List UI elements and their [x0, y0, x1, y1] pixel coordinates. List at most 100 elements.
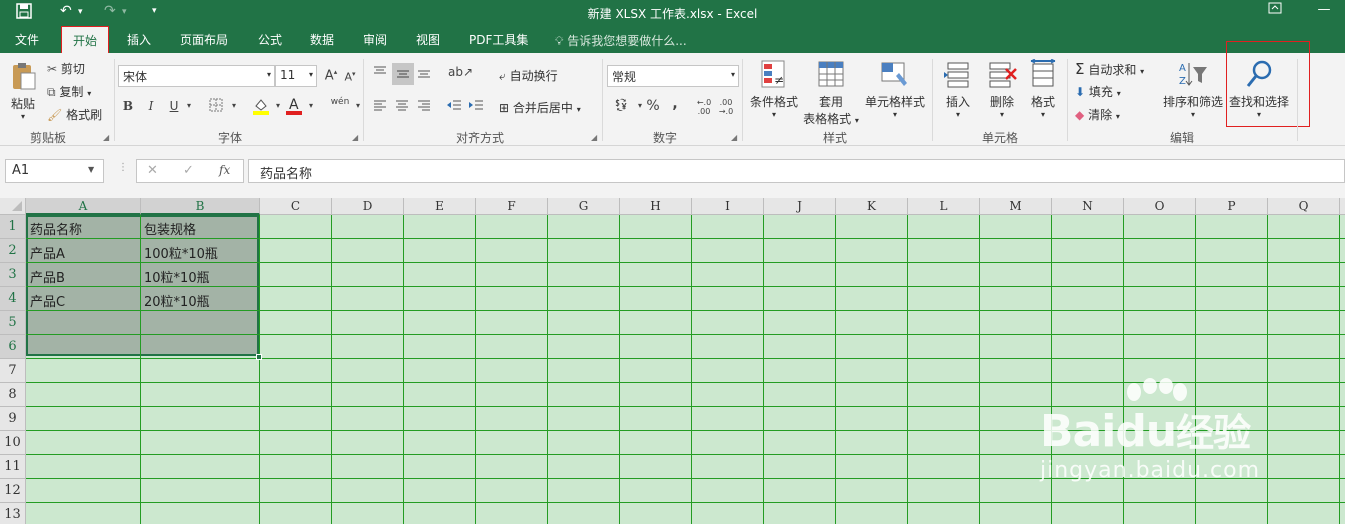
- column-header-q[interactable]: Q: [1268, 198, 1340, 215]
- fill-dropdown-icon[interactable]: ▾: [1117, 89, 1121, 98]
- align-middle-icon[interactable]: [392, 63, 414, 85]
- wrap-text-button[interactable]: ⤶ 自动换行: [499, 67, 558, 84]
- select-all-corner[interactable]: [0, 198, 26, 215]
- tab-view[interactable]: 视图: [416, 31, 440, 48]
- row-header-9[interactable]: 9: [0, 407, 26, 431]
- underline-dropdown-icon[interactable]: ▾: [181, 101, 197, 110]
- minimize-icon[interactable]: —: [1315, 2, 1333, 18]
- column-header-b[interactable]: B: [141, 198, 260, 215]
- number-launcher-icon[interactable]: ◢: [731, 133, 737, 142]
- row-header-2[interactable]: 2: [0, 239, 26, 263]
- formula-input[interactable]: 药品名称: [248, 159, 1345, 183]
- column-header-n[interactable]: N: [1052, 198, 1124, 215]
- copy-dropdown-icon[interactable]: ▾: [87, 89, 91, 98]
- ribbon-display-icon[interactable]: [1266, 2, 1284, 18]
- row-header-13[interactable]: 13: [0, 503, 26, 524]
- column-header-k[interactable]: K: [836, 198, 908, 215]
- tab-formulas[interactable]: 公式: [258, 31, 282, 48]
- column-header-d[interactable]: D: [332, 198, 404, 215]
- row-header-8[interactable]: 8: [0, 383, 26, 407]
- accounting-format-icon[interactable]: 💱︎: [610, 98, 632, 112]
- conditional-format-button[interactable]: ≠ 条件格式 ▾: [748, 59, 800, 119]
- merge-dropdown-icon[interactable]: ▾: [577, 105, 581, 114]
- format-as-table-button[interactable]: 套用 表格格式 ▾: [802, 59, 860, 127]
- cut-button[interactable]: ✂ 剪切: [47, 60, 85, 77]
- clear-dropdown-icon[interactable]: ▾: [1116, 112, 1120, 121]
- column-header-p[interactable]: P: [1196, 198, 1268, 215]
- tell-me-search[interactable]: 💡︎ 告诉我您想要做什么...: [555, 32, 687, 49]
- align-bottom-icon[interactable]: [416, 65, 432, 82]
- cancel-icon[interactable]: ✕: [147, 163, 158, 178]
- column-header-a[interactable]: A: [26, 198, 141, 215]
- cell-a1[interactable]: 药品名称: [30, 219, 82, 238]
- column-header-h[interactable]: H: [620, 198, 692, 215]
- row-header-6[interactable]: 6: [0, 335, 26, 359]
- percent-icon[interactable]: %: [645, 98, 661, 114]
- italic-icon[interactable]: I: [143, 99, 159, 113]
- row-header-4[interactable]: 4: [0, 287, 26, 311]
- align-center-icon[interactable]: [394, 98, 410, 115]
- tab-review[interactable]: 审阅: [363, 31, 387, 48]
- increase-indent-icon[interactable]: [468, 98, 484, 115]
- clipboard-launcher-icon[interactable]: ◢: [103, 133, 109, 142]
- align-top-icon[interactable]: [372, 65, 388, 82]
- decrease-decimal-icon[interactable]: .00 →.0: [716, 98, 736, 116]
- column-header-l[interactable]: L: [908, 198, 980, 215]
- insert-cells-button[interactable]: 插入 ▾: [938, 59, 978, 119]
- merge-center-button[interactable]: ⊞ 合并后居中 ▾: [499, 99, 581, 116]
- cell-styles-button[interactable]: 单元格样式 ▾: [864, 59, 926, 119]
- name-box-dropdown-icon[interactable]: ▼: [88, 165, 94, 174]
- cell-b4[interactable]: 20粒*10瓶: [144, 291, 210, 310]
- format-painter-button[interactable]: 🖌︎ 格式刷: [47, 106, 102, 123]
- paste-button[interactable]: 粘贴 ▾: [6, 61, 40, 121]
- underline-icon[interactable]: U: [166, 99, 182, 113]
- autosum-button[interactable]: Σ 自动求和 ▾: [1075, 60, 1144, 78]
- fill-color-icon[interactable]: [252, 97, 269, 118]
- row-header-1[interactable]: 1: [0, 215, 26, 239]
- paste-dropdown-icon[interactable]: ▾: [6, 112, 40, 121]
- row-header-5[interactable]: 5: [0, 311, 26, 335]
- copy-button[interactable]: ⧉ 复制 ▾: [47, 83, 91, 100]
- column-header-f[interactable]: F: [476, 198, 548, 215]
- decrease-indent-icon[interactable]: [446, 98, 462, 115]
- tab-home[interactable]: 开始: [61, 26, 109, 53]
- format-cells-button[interactable]: 格式 ▾: [1023, 58, 1063, 119]
- font-size-select[interactable]: 11 ▾: [275, 65, 317, 87]
- orientation-icon[interactable]: ab↗: [448, 65, 473, 79]
- tab-data[interactable]: 数据: [310, 31, 334, 48]
- cell-a3[interactable]: 产品B: [30, 267, 65, 286]
- column-header-e[interactable]: E: [404, 198, 476, 215]
- enter-icon[interactable]: ✓: [183, 163, 194, 178]
- cell-a2[interactable]: 产品A: [30, 243, 65, 262]
- autosum-dropdown-icon[interactable]: ▾: [1140, 67, 1144, 76]
- splitter-dots-icon[interactable]: ⋮: [118, 162, 128, 173]
- comma-style-icon[interactable]: ,: [667, 96, 683, 112]
- sort-filter-button[interactable]: AZ 排序和筛选 ▾: [1162, 59, 1224, 119]
- tab-insert[interactable]: 插入: [127, 31, 151, 48]
- number-format-select[interactable]: 常规 ▾: [607, 65, 739, 87]
- insert-function-icon[interactable]: fx: [219, 163, 230, 177]
- align-left-icon[interactable]: [372, 98, 388, 115]
- increase-font-icon[interactable]: A▴: [323, 68, 339, 83]
- row-header-7[interactable]: 7: [0, 359, 26, 383]
- column-header-o[interactable]: O: [1124, 198, 1196, 215]
- cell-b2[interactable]: 100粒*10瓶: [144, 243, 218, 262]
- column-header-r[interactable]: [1340, 198, 1345, 215]
- column-header-c[interactable]: C: [260, 198, 332, 215]
- row-header-3[interactable]: 3: [0, 263, 26, 287]
- column-header-j[interactable]: J: [764, 198, 836, 215]
- column-header-i[interactable]: I: [692, 198, 764, 215]
- row-header-10[interactable]: 10: [0, 431, 26, 455]
- decrease-font-icon[interactable]: A▾: [342, 70, 358, 84]
- font-name-select[interactable]: 宋体 ▾: [118, 65, 275, 87]
- align-right-icon[interactable]: [416, 98, 432, 115]
- increase-decimal-icon[interactable]: ←.0.00: [694, 98, 714, 116]
- column-header-g[interactable]: G: [548, 198, 620, 215]
- fill-color-dropdown-icon[interactable]: ▾: [270, 101, 286, 110]
- bold-icon[interactable]: B: [120, 99, 136, 113]
- row-header-12[interactable]: 12: [0, 479, 26, 503]
- font-color-icon[interactable]: A: [285, 96, 302, 119]
- font-launcher-icon[interactable]: ◢: [352, 133, 358, 142]
- column-header-m[interactable]: M: [980, 198, 1052, 215]
- font-color-dropdown-icon[interactable]: ▾: [303, 101, 319, 110]
